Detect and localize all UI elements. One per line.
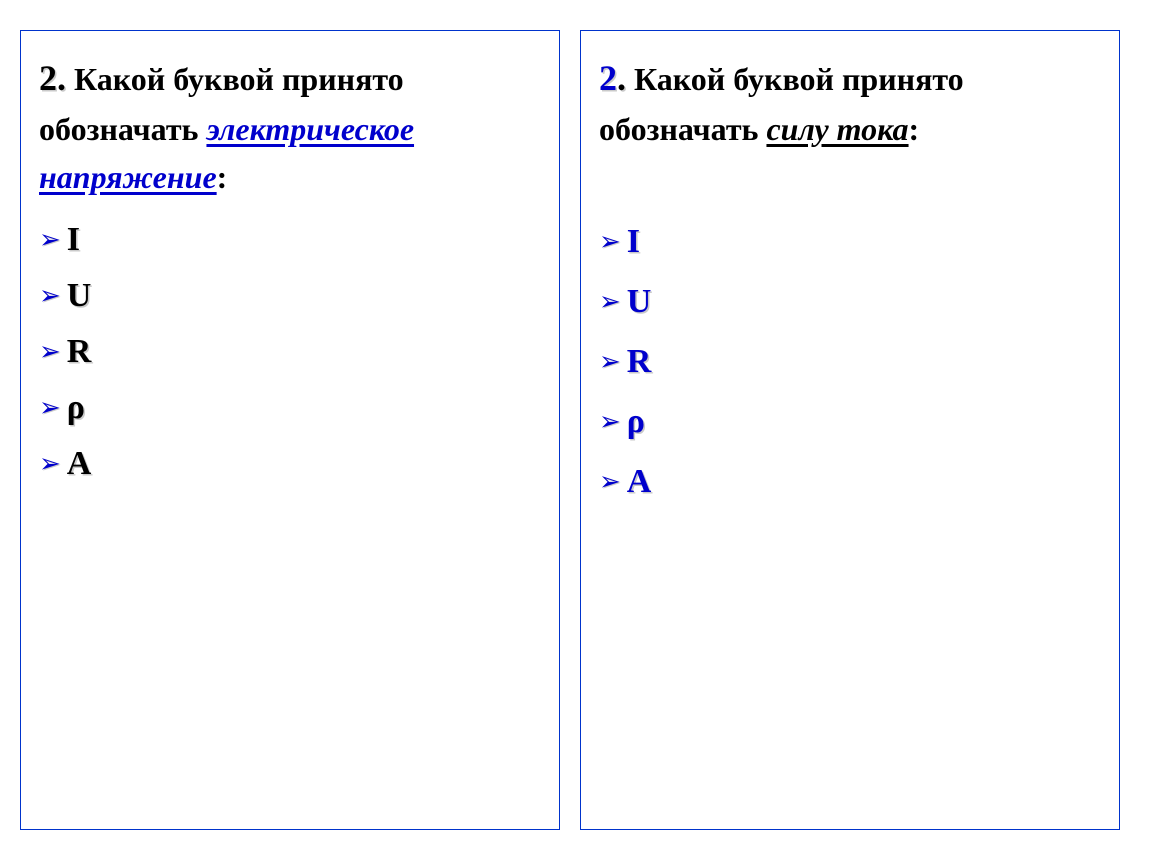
option-label: ρ	[67, 389, 85, 427]
option-label: ρ	[627, 403, 645, 441]
option-item[interactable]: ➢ A	[39, 445, 541, 483]
question-number-dot-right: .	[617, 58, 626, 98]
bullet-icon: ➢	[39, 337, 61, 367]
question-text-right: 2. Какой буквой принято обозначать силу …	[599, 51, 1101, 153]
bullet-icon: ➢	[599, 467, 621, 497]
question-number-right: 2	[599, 58, 617, 98]
option-item[interactable]: ➢ U	[599, 283, 1101, 321]
option-label: U	[627, 283, 652, 321]
option-label: A	[67, 445, 92, 483]
question-text-left: 2. Какой буквой принято обозначать элект…	[39, 51, 541, 201]
option-label: I	[67, 221, 80, 259]
option-label: I	[627, 223, 640, 261]
option-item[interactable]: ➢ ρ	[39, 389, 541, 427]
question-number-left: 2.	[39, 58, 66, 98]
left-question-panel: 2. Какой буквой принято обозначать элект…	[20, 30, 560, 830]
option-label: A	[627, 463, 652, 501]
bullet-icon: ➢	[39, 393, 61, 423]
option-item[interactable]: ➢ A	[599, 463, 1101, 501]
option-item[interactable]: ➢ ρ	[599, 403, 1101, 441]
quiz-container: 2. Какой буквой принято обозначать элект…	[20, 30, 1130, 830]
bullet-icon: ➢	[599, 287, 621, 317]
bullet-icon: ➢	[39, 225, 61, 255]
option-item[interactable]: ➢ R	[39, 333, 541, 371]
bullet-icon: ➢	[39, 281, 61, 311]
option-item[interactable]: ➢ R	[599, 343, 1101, 381]
option-label: R	[67, 333, 92, 371]
option-label: U	[67, 277, 92, 315]
bullet-icon: ➢	[39, 449, 61, 479]
term-right: силу тока	[766, 111, 908, 147]
option-label: R	[627, 343, 652, 381]
bullet-icon: ➢	[599, 227, 621, 257]
bullet-icon: ➢	[599, 347, 621, 377]
question-suffix-left: :	[217, 159, 228, 195]
right-question-panel: 2. Какой буквой принято обозначать силу …	[580, 30, 1120, 830]
options-list-left: ➢ I ➢ U ➢ R ➢ ρ ➢ A	[39, 221, 541, 483]
option-item[interactable]: ➢ U	[39, 277, 541, 315]
bullet-icon: ➢	[599, 407, 621, 437]
option-item[interactable]: ➢ I	[39, 221, 541, 259]
question-suffix-right: :	[909, 111, 920, 147]
options-list-right: ➢ I ➢ U ➢ R ➢ ρ ➢ A	[599, 223, 1101, 501]
option-item[interactable]: ➢ I	[599, 223, 1101, 261]
